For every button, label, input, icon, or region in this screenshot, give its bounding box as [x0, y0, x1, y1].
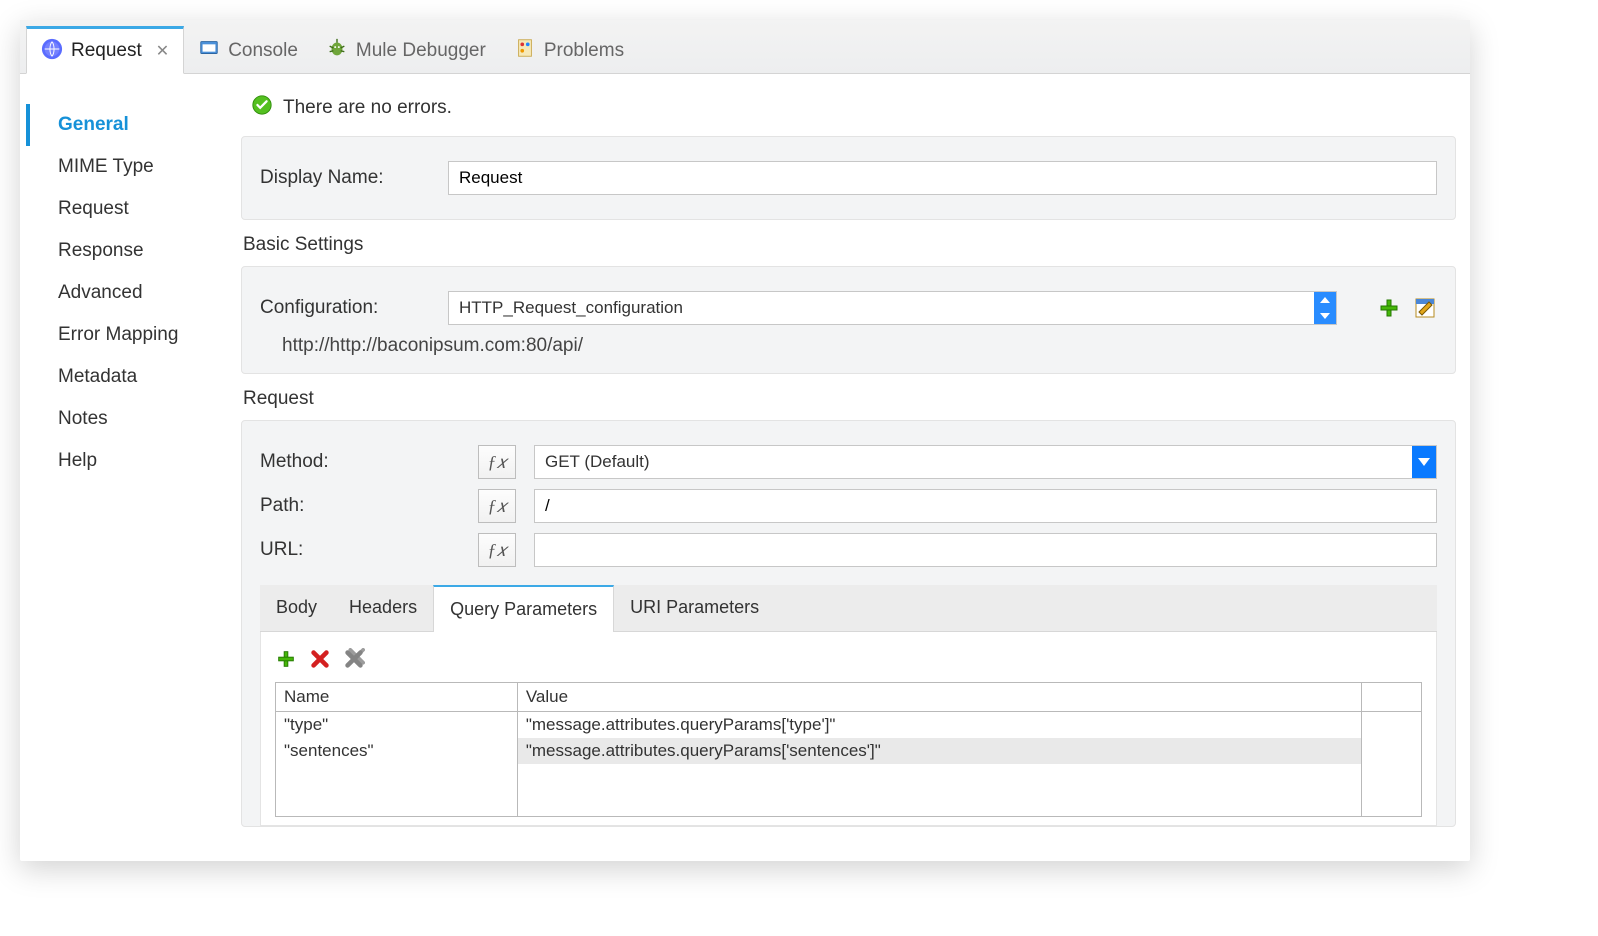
- chevron-down-icon: [1412, 446, 1436, 478]
- configuration-select[interactable]: HTTP_Request_configuration: [448, 291, 1337, 325]
- close-icon[interactable]: ✕: [156, 41, 169, 61]
- display-name-block: Display Name:: [241, 136, 1456, 220]
- cell-name[interactable]: "sentences": [276, 738, 518, 764]
- method-select[interactable]: GET (Default): [534, 445, 1437, 479]
- query-parameters-area: Name Value "type" "message.attributes.qu…: [260, 632, 1437, 826]
- request-title: Request: [243, 388, 1456, 410]
- configuration-value: HTTP_Request_configuration: [459, 298, 683, 318]
- subtab-uri-parameters[interactable]: URI Parameters: [614, 585, 775, 631]
- path-label: Path:: [260, 495, 460, 517]
- cell-value[interactable]: "message.attributes.queryParams['sentenc…: [517, 738, 1361, 764]
- display-name-input[interactable]: [448, 161, 1437, 195]
- cell-value[interactable]: "message.attributes.queryParams['type']": [517, 712, 1361, 739]
- column-header-actions: [1362, 683, 1422, 712]
- fx-path-button[interactable]: ƒ𝑥: [478, 489, 516, 523]
- sidebar-item-mime-type[interactable]: MIME Type: [26, 146, 235, 188]
- edit-configuration-button[interactable]: [1413, 296, 1437, 320]
- tab-request-label: Request: [71, 40, 142, 62]
- table-row[interactable]: "sentences" "message.attributes.queryPar…: [276, 738, 1422, 764]
- tab-problems-label: Problems: [544, 40, 624, 62]
- sidebar-item-notes[interactable]: Notes: [26, 398, 235, 440]
- check-ok-icon: [251, 94, 273, 122]
- delete-all-button[interactable]: [343, 648, 367, 672]
- sidebar-item-help[interactable]: Help: [26, 440, 235, 482]
- sidebar-item-request[interactable]: Request: [26, 188, 235, 230]
- sidebar-item-response[interactable]: Response: [26, 230, 235, 272]
- main: There are no errors. Display Name: Basic…: [235, 74, 1470, 861]
- tab-debugger[interactable]: Mule Debugger: [312, 25, 500, 73]
- tab-request[interactable]: Request ✕: [26, 26, 184, 74]
- bug-icon: [326, 37, 348, 64]
- top-tabs-bar: Request ✕ Console Mule Debugger Problems: [20, 20, 1470, 74]
- tab-console[interactable]: Console: [184, 25, 312, 73]
- status-bar: There are no errors.: [241, 86, 1456, 130]
- column-header-value[interactable]: Value: [517, 683, 1361, 712]
- fx-url-button[interactable]: ƒ𝑥: [478, 533, 516, 567]
- basic-settings-block: Configuration: HTTP_Request_configuratio…: [241, 266, 1456, 374]
- cell-actions: [1362, 712, 1422, 739]
- tab-console-label: Console: [228, 40, 298, 62]
- column-header-name[interactable]: Name: [276, 683, 518, 712]
- add-configuration-button[interactable]: [1377, 296, 1401, 320]
- method-label: Method:: [260, 451, 460, 473]
- request-block: Method: ƒ𝑥 GET (Default) Path: ƒ𝑥 UR: [241, 420, 1456, 827]
- properties-panel: Request ✕ Console Mule Debugger Problems…: [20, 20, 1470, 861]
- tab-debugger-label: Mule Debugger: [356, 40, 486, 62]
- display-name-label: Display Name:: [260, 167, 430, 189]
- query-parameters-table: Name Value "type" "message.attributes.qu…: [275, 682, 1422, 817]
- status-text: There are no errors.: [283, 97, 452, 119]
- url-label: URL:: [260, 539, 460, 561]
- sidebar-item-metadata[interactable]: Metadata: [26, 356, 235, 398]
- problems-icon: [514, 37, 536, 64]
- tab-problems[interactable]: Problems: [500, 25, 638, 73]
- sidebar-item-error-mapping[interactable]: Error Mapping: [26, 314, 235, 356]
- subtab-body[interactable]: Body: [260, 585, 333, 631]
- console-icon: [198, 37, 220, 64]
- path-input[interactable]: [534, 489, 1437, 523]
- configuration-label: Configuration:: [260, 297, 430, 319]
- select-arrows-icon: [1314, 292, 1336, 324]
- sidebar: General MIME Type Request Response Advan…: [20, 74, 235, 861]
- sidebar-item-general[interactable]: General: [26, 104, 235, 146]
- cell-name[interactable]: "type": [276, 712, 518, 739]
- url-input[interactable]: [534, 533, 1437, 567]
- request-subtabs: Body Headers Query Parameters URI Parame…: [260, 585, 1437, 632]
- request-icon: [41, 38, 63, 65]
- add-row-button[interactable]: [275, 648, 299, 672]
- subtab-headers[interactable]: Headers: [333, 585, 433, 631]
- basic-settings-title: Basic Settings: [243, 234, 1456, 256]
- fx-method-button[interactable]: ƒ𝑥: [478, 445, 516, 479]
- cell-actions: [1362, 738, 1422, 764]
- delete-row-button[interactable]: [309, 648, 333, 672]
- table-row[interactable]: "type" "message.attributes.queryParams['…: [276, 712, 1422, 739]
- sidebar-item-advanced[interactable]: Advanced: [26, 272, 235, 314]
- body: General MIME Type Request Response Advan…: [20, 74, 1470, 861]
- table-toolbar: [275, 648, 1422, 672]
- subtab-query-parameters[interactable]: Query Parameters: [433, 585, 614, 632]
- configuration-url: http://http://baconipsum.com:80/api/: [282, 335, 1437, 357]
- method-value: GET (Default): [545, 452, 650, 472]
